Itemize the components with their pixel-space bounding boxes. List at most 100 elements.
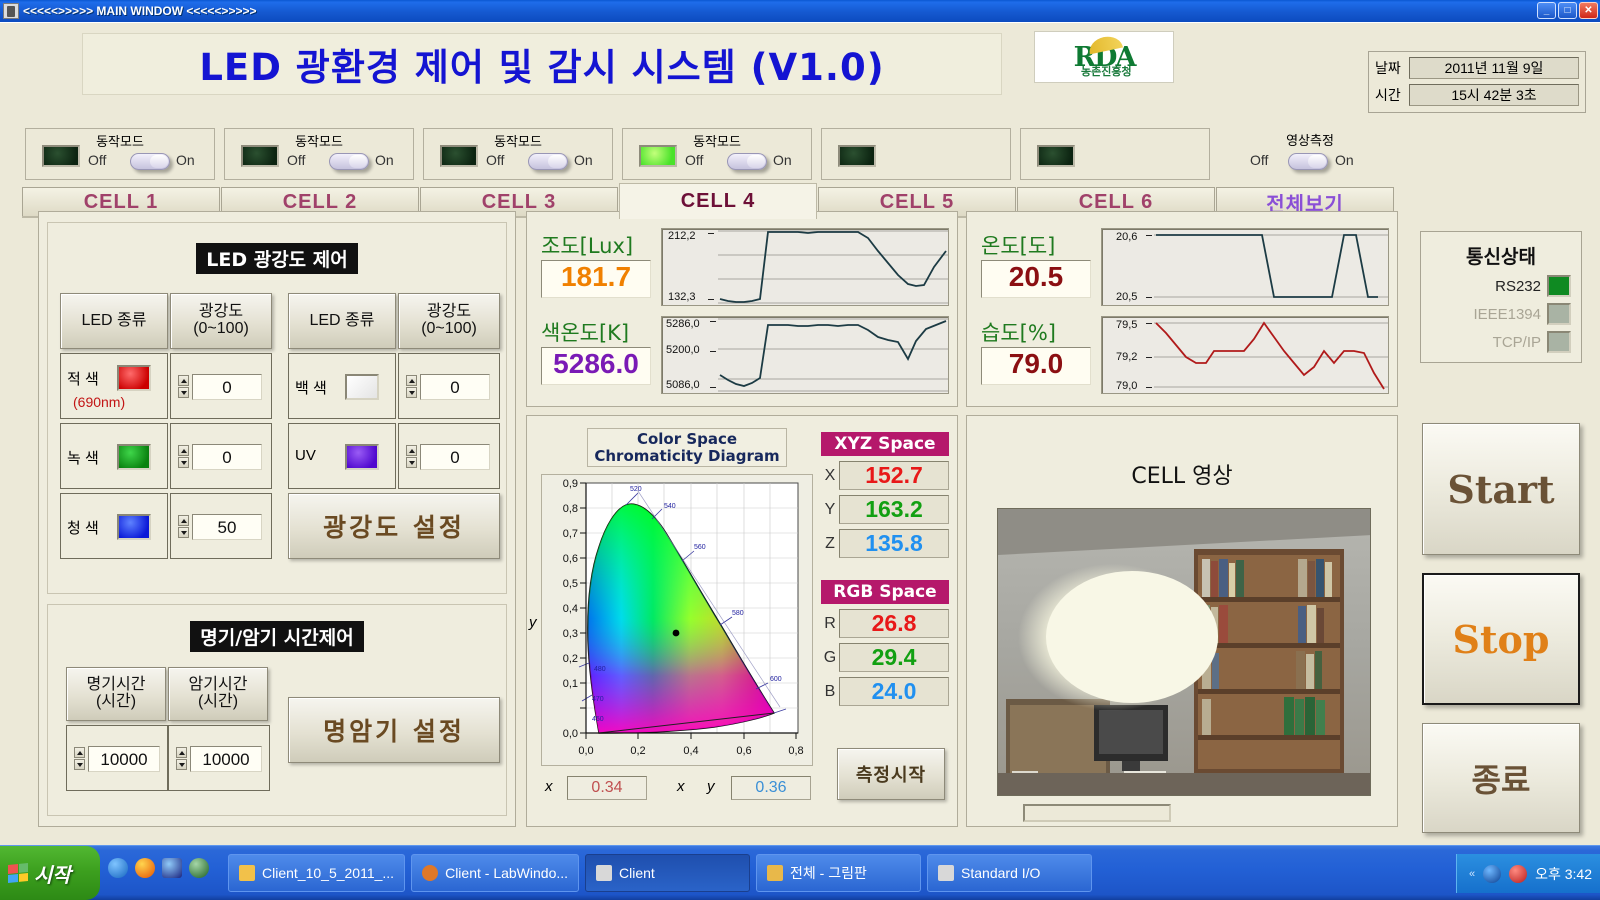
mode-panel-cell4: 동작모드 Off On (622, 128, 812, 180)
network-icon[interactable] (162, 858, 182, 878)
mode-toggle[interactable] (130, 153, 170, 170)
maximize-button[interactable]: □ (1558, 2, 1577, 19)
timing-title: 명기/암기 시간제어 (190, 621, 364, 652)
comm-label-rs232: RS232 (1495, 277, 1541, 295)
xyz-row-z: Z 135.8 (821, 529, 949, 558)
taskbar-item-label: Client (619, 865, 655, 881)
light-time-header[interactable]: 명기시간 (시간) (66, 667, 166, 721)
status-led (241, 145, 279, 167)
chroma-x-axis-label: x (677, 778, 685, 795)
taskbar-clock[interactable]: 오후 3:42 (1535, 864, 1592, 884)
temperature-graph: 20,6 20,5 (1101, 228, 1389, 306)
media-icon[interactable] (135, 858, 155, 878)
labwindows-icon (422, 865, 439, 881)
spinner-uv[interactable] (405, 444, 418, 470)
led-type-label-left: LED 종류 (81, 311, 147, 329)
dark-time-field-box: 10000 (168, 725, 270, 791)
minimize-button[interactable]: _ (1537, 2, 1556, 19)
start-button[interactable]: Start (1422, 423, 1580, 555)
spinner-dark-time[interactable] (175, 746, 188, 772)
chroma-x-value: 0.34 (567, 776, 647, 800)
chroma-xtick-2: 0,4 (683, 745, 698, 757)
spinner-white[interactable] (405, 374, 418, 400)
set-timing-button[interactable]: 명암기 설정 (288, 697, 500, 763)
taskbar-item-explorer[interactable]: Client_10_5_2011_... (228, 854, 406, 892)
status-led (42, 145, 80, 167)
communication-status-panel: 통신상태 RS232 IEEE1394 TCP/IP (1420, 231, 1582, 363)
taskbar-item-labwindows[interactable]: Client - LabWindo... (411, 854, 580, 892)
window-client-area: LED 광환경 제어 및 감시 시스템 (V1.0) RDA 농촌진흥청 날짜 … (0, 22, 1600, 845)
mode-toggle[interactable] (727, 153, 767, 170)
light-time-input[interactable]: 10000 (88, 746, 160, 772)
tab-cell-4[interactable]: CELL 4 (619, 183, 817, 219)
window-controls: _ □ ✕ (1537, 2, 1598, 19)
chroma-xtick-1: 0,2 (630, 745, 645, 757)
temperature-graph-svg (1154, 231, 1388, 303)
led-type-header-right[interactable]: LED 종류 (288, 293, 396, 349)
mode-panel-cell6 (1020, 128, 1210, 180)
led-row-blue-type: 청 색 (60, 493, 168, 559)
mode-on-label: On (574, 152, 593, 168)
taskbar-item-standard-io[interactable]: Standard I/O (927, 854, 1093, 892)
taskbar-task-list: Client_10_5_2011_... Client - LabWindo..… (228, 854, 1093, 892)
intensity-header-left[interactable]: 광강도 (0~100) (170, 293, 272, 349)
intensity-label-left-1: 광강도 (198, 303, 244, 321)
internet-explorer-icon[interactable] (108, 858, 128, 878)
cell-video-image (998, 509, 1370, 795)
mode-toggle[interactable] (329, 153, 369, 170)
dark-time-header[interactable]: 암기시간 (시간) (168, 667, 268, 721)
measure-start-label: 측정시작 (855, 765, 927, 786)
intensity-input-white[interactable]: 0 (420, 374, 490, 400)
xyz-y-value: 163.2 (839, 495, 949, 524)
led-name-uv: UV (295, 447, 316, 464)
system-menu-icon[interactable] (3, 3, 19, 19)
taskbar-item-paint[interactable]: 전체 - 그림판 (756, 854, 922, 892)
intensity-input-green[interactable]: 0 (192, 444, 262, 470)
volume-icon[interactable] (1483, 864, 1502, 883)
led-intensity-section: LED 광강도 제어 LED 종류 광강도 (0~100) LED 종류 광강도… (47, 222, 507, 594)
measure-start-button[interactable]: 측정시작 (837, 748, 945, 800)
mode-off-label: Off (88, 152, 107, 168)
mode-toggle[interactable] (528, 153, 568, 170)
led-type-header-left[interactable]: LED 종류 (60, 293, 168, 349)
status-led (639, 145, 677, 167)
intensity-input-uv[interactable]: 0 (420, 444, 490, 470)
browser-icon[interactable] (189, 858, 209, 878)
rda-logo: RDA 농촌진흥청 (1034, 31, 1174, 83)
intensity-input-red[interactable]: 0 (192, 374, 262, 400)
wl-label-520: 520 (630, 486, 642, 493)
dark-time-label-1: 암기시간 (188, 676, 248, 694)
chroma-coordinates: x 0.34 x y 0.36 (541, 774, 813, 804)
chroma-diagram-svg: 520 540 560 580 600 480 470 450 0,9 0,8 … (563, 478, 804, 757)
start-button-label: Start (1447, 466, 1555, 512)
taskbar-item-client[interactable]: Client (585, 854, 751, 892)
spinner-light-time[interactable] (73, 746, 86, 772)
stop-button[interactable]: Stop (1422, 573, 1580, 705)
color-space-column: XYZ Space X 152.7 Y 163.2 Z 135.8 RGB Sp… (821, 432, 949, 816)
cell-video-feed[interactable] (997, 508, 1371, 796)
tray-expand-icon[interactable]: « (1469, 868, 1475, 880)
right-rail: 통신상태 RS232 IEEE1394 TCP/IP Start Stop 종료 (1412, 211, 1590, 833)
cct-graph-svg (718, 318, 948, 392)
system-tray: « 오후 3:42 (1455, 854, 1600, 893)
taskbar-item-label: Client_10_5_2011_... (262, 865, 395, 881)
status-led (838, 145, 876, 167)
video-measure-toggle[interactable] (1288, 153, 1328, 170)
spinner-green[interactable] (177, 444, 190, 470)
wl-label-480: 480 (594, 666, 606, 673)
start-menu-button[interactable]: 시작 (0, 846, 100, 900)
windows-flag-icon (8, 862, 28, 884)
light-time-field-box: 10000 (66, 725, 168, 791)
spinner-red[interactable] (177, 374, 190, 400)
set-intensity-button[interactable]: 광강도 설정 (288, 493, 500, 559)
chroma-ytick-1: 0,8 (563, 503, 578, 515)
intensity-input-blue[interactable]: 50 (192, 514, 262, 540)
intensity-header-right[interactable]: 광강도 (0~100) (398, 293, 500, 349)
security-shield-icon[interactable] (1509, 864, 1528, 883)
close-button[interactable]: ✕ (1579, 2, 1598, 19)
set-intensity-label: 광강도 설정 (323, 513, 465, 542)
chroma-ytick-4: 0,5 (563, 578, 578, 590)
spinner-blue[interactable] (177, 514, 190, 540)
exit-button[interactable]: 종료 (1422, 723, 1580, 833)
dark-time-input[interactable]: 10000 (190, 746, 262, 772)
